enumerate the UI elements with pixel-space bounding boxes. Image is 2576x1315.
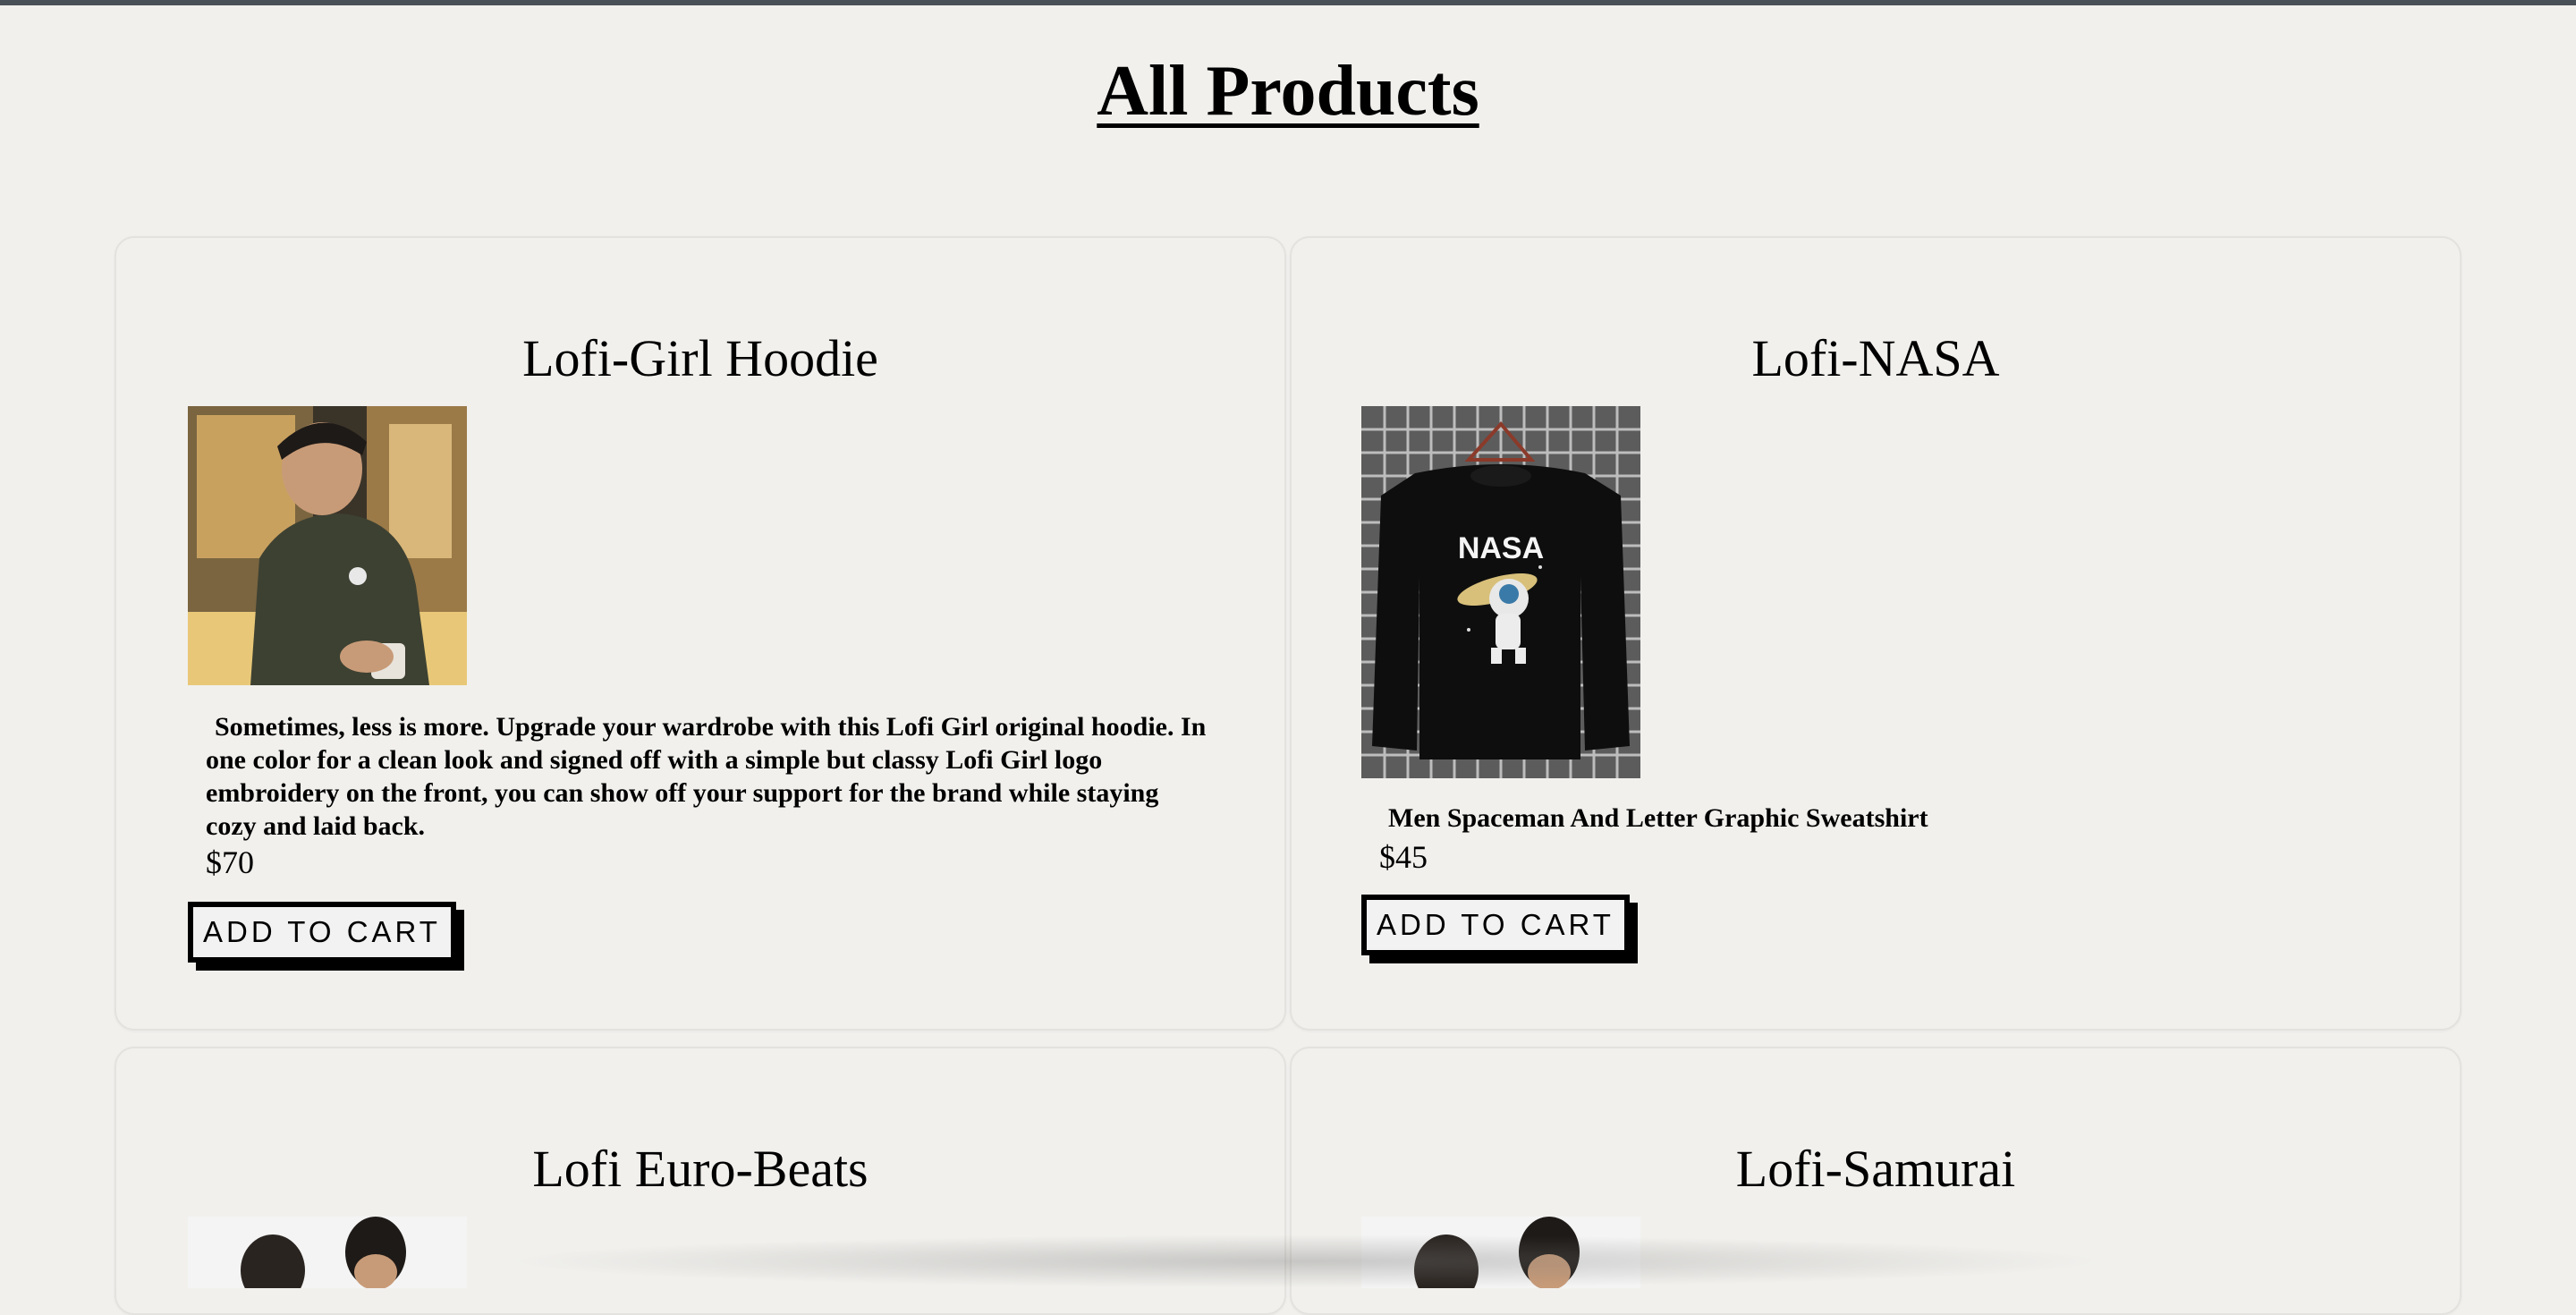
product-title: Lofi-Girl Hoodie [522, 329, 878, 387]
product-image: NASA [1361, 406, 1640, 778]
product-card: Lofi-Girl Hoodie Sometimes, less is more… [114, 236, 1286, 1031]
add-to-cart-button[interactable]: ADD TO CART [1361, 895, 1630, 955]
product-image [188, 406, 467, 685]
scroll-shadow [501, 1234, 2111, 1288]
product-description: Men Spaceman And Letter Graphic Sweatshi… [1388, 803, 1928, 833]
product-price: $70 [206, 844, 254, 880]
product-title: Lofi Euro-Beats [532, 1140, 869, 1198]
page-title: All Products [1097, 52, 1479, 131]
product-card: Lofi-NASA NASA Men Spaceman And Letter G… [1290, 236, 2462, 1031]
product-title: Lofi-NASA [1751, 329, 2000, 387]
shirt-print-text: NASA [1458, 531, 1544, 565]
product-image [188, 1217, 467, 1288]
product-description: Sometimes, less is more. Upgrade your wa… [206, 712, 1207, 841]
product-title: Lofi-Samurai [1735, 1140, 2016, 1198]
add-to-cart-button[interactable]: ADD TO CART [188, 902, 456, 963]
product-price: $45 [1379, 839, 1428, 875]
browser-top-bar [0, 0, 2576, 5]
